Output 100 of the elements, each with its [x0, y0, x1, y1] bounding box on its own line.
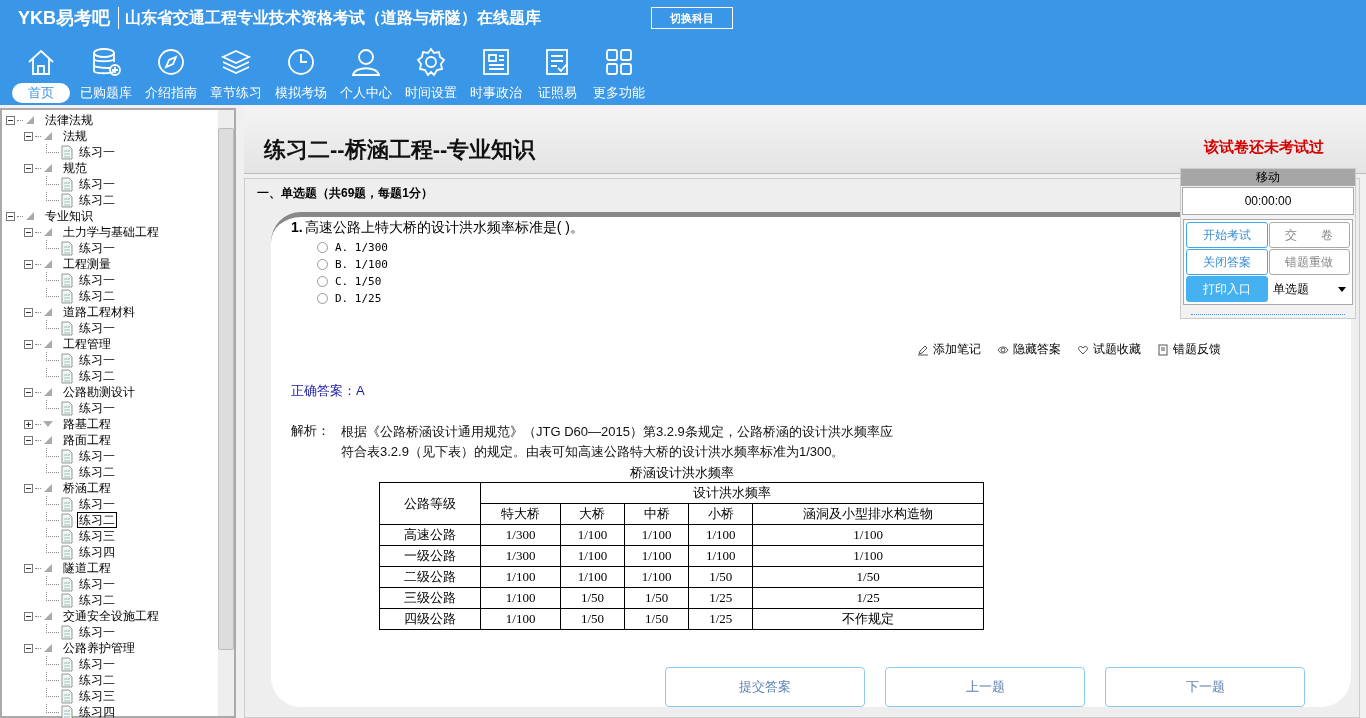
action-link[interactable]: 添加笔记: [933, 341, 981, 358]
move-handle[interactable]: 移动: [1181, 169, 1355, 186]
table-header: 小桥: [688, 503, 753, 525]
option-text[interactable]: B. 1/100: [335, 258, 388, 271]
tree-folder[interactable]: 公路勘测设计: [61, 384, 137, 400]
triangle-icon: [43, 387, 53, 397]
toggle-icon[interactable]: [24, 227, 33, 237]
settings-icon[interactable]: [414, 46, 447, 78]
toggle-icon[interactable]: [24, 307, 33, 317]
tree-item[interactable]: 练习一: [77, 400, 117, 416]
table-cell: 1/50: [688, 566, 753, 588]
table-header: 中桥: [624, 503, 689, 525]
tree-item[interactable]: 练习一: [77, 320, 117, 336]
document-icon: [61, 144, 73, 160]
tree-folder[interactable]: 路基工程: [61, 416, 113, 432]
tree-folder[interactable]: 法律法规: [43, 112, 95, 128]
tree-item[interactable]: 练习一: [77, 240, 117, 256]
table-header: 涵洞及小型排水构造物: [752, 503, 984, 525]
tree-folder[interactable]: 隧道工程: [61, 560, 113, 576]
table-cell: 1/25: [688, 608, 753, 630]
triangle-icon: [43, 339, 53, 349]
tree-item[interactable]: 练习二: [77, 464, 117, 480]
document-icon: [61, 320, 73, 336]
tree-item[interactable]: 练习四: [77, 544, 117, 560]
tree-folder[interactable]: 规范: [61, 160, 89, 176]
toggle-icon[interactable]: [24, 163, 33, 173]
tree-item[interactable]: 练习二: [77, 672, 117, 688]
tree-item[interactable]: 练习二: [77, 368, 117, 384]
tree-folder[interactable]: 土力学与基础工程: [61, 224, 161, 240]
tree-item[interactable]: 练习一: [77, 496, 117, 512]
tree-folder[interactable]: 路面工程: [61, 432, 113, 448]
toggle-icon[interactable]: [24, 419, 33, 429]
action-link[interactable]: 隐藏答案: [1013, 341, 1061, 358]
panel-button[interactable]: 错题重做: [1268, 249, 1350, 275]
tree-folder[interactable]: 法规: [61, 128, 89, 144]
panel-button[interactable]: 关闭答案: [1186, 249, 1268, 275]
tree-folder[interactable]: 公路养护管理: [61, 640, 137, 656]
toggle-icon[interactable]: [24, 611, 33, 621]
tree-item[interactable]: 练习四: [77, 704, 117, 718]
tree-item[interactable]: 练习一: [77, 144, 117, 160]
option-text[interactable]: D. 1/25: [335, 292, 382, 305]
tree-item[interactable]: 练习二: [77, 192, 117, 208]
table-cell: 1/100: [560, 524, 625, 546]
tree-item[interactable]: 练习二: [77, 512, 117, 528]
nav-button[interactable]: 上一题: [885, 667, 1085, 707]
tree-item[interactable]: 练习一: [77, 176, 117, 192]
tree-folder[interactable]: 道路工程材料: [61, 304, 137, 320]
type-select[interactable]: 单选题: [1268, 276, 1350, 302]
tree-item[interactable]: 练习一: [77, 448, 117, 464]
table-cell: 1/100: [624, 524, 689, 546]
table-cell: 三级公路: [379, 587, 481, 609]
table-cell: 1/25: [688, 587, 753, 609]
toggle-icon[interactable]: [24, 483, 33, 493]
action-link[interactable]: 试题收藏: [1093, 341, 1141, 358]
toggle-icon[interactable]: [6, 211, 15, 221]
table-cell: 高速公路: [379, 524, 481, 546]
toggle-icon[interactable]: [24, 387, 33, 397]
tree-folder[interactable]: 工程管理: [61, 336, 113, 352]
panel-button[interactable]: 交 卷: [1268, 222, 1350, 248]
toggle-icon[interactable]: [24, 643, 33, 653]
tree-folder[interactable]: 桥涵工程: [61, 480, 113, 496]
toggle-icon[interactable]: [24, 339, 33, 349]
caret-icon[interactable]: [1338, 286, 1346, 292]
document-icon: [61, 672, 73, 688]
document-icon: [61, 528, 73, 544]
tree-folder[interactable]: 工程测量: [61, 256, 113, 272]
tree-item[interactable]: 练习一: [77, 272, 117, 288]
tree-folder[interactable]: 专业知识: [43, 208, 95, 224]
table-cell: 1/100: [752, 545, 984, 567]
table-title: 桥涵设计洪水频率: [628, 464, 735, 482]
toggle-icon[interactable]: [24, 131, 33, 141]
tree-item[interactable]: 练习三: [77, 688, 117, 704]
option-text[interactable]: C. 1/50: [335, 275, 382, 288]
tree-folder[interactable]: 交通安全设施工程: [61, 608, 161, 624]
timer: 00:00:00: [1182, 187, 1354, 215]
user-icon[interactable]: [349, 46, 382, 78]
toggle-icon[interactable]: [24, 435, 33, 445]
toggle-icon[interactable]: [24, 563, 33, 573]
table-cell: 1/100: [624, 566, 689, 588]
tree-item[interactable]: 练习二: [77, 288, 117, 304]
action-link[interactable]: 错题反馈: [1173, 341, 1221, 358]
nav-button[interactable]: 提交答案: [665, 667, 865, 707]
section-heading: 一、单选题（共69题，每题1分）: [257, 185, 434, 202]
tree-item[interactable]: 练习一: [77, 624, 117, 640]
option-text[interactable]: A. 1/300: [335, 241, 388, 254]
document-icon: [61, 656, 73, 672]
tree-item[interactable]: 练习三: [77, 528, 117, 544]
tree-item[interactable]: 练习一: [77, 352, 117, 368]
toggle-icon[interactable]: [6, 115, 15, 125]
panel-button[interactable]: 开始考试: [1186, 222, 1268, 248]
toggle-icon[interactable]: [24, 259, 33, 269]
table-cell: 1/50: [560, 608, 625, 630]
tree-item[interactable]: 练习一: [77, 656, 117, 672]
nav-button[interactable]: 下一题: [1105, 667, 1305, 707]
tree-item[interactable]: 练习一: [77, 576, 117, 592]
scrollbar[interactable]: [218, 110, 234, 716]
table-cell: 1/50: [624, 587, 689, 609]
tree-item[interactable]: 练习二: [77, 592, 117, 608]
question-text: 高速公路上特大桥的设计洪水频率标准是( )。: [304, 219, 584, 237]
table-cell: 1/50: [752, 566, 984, 588]
